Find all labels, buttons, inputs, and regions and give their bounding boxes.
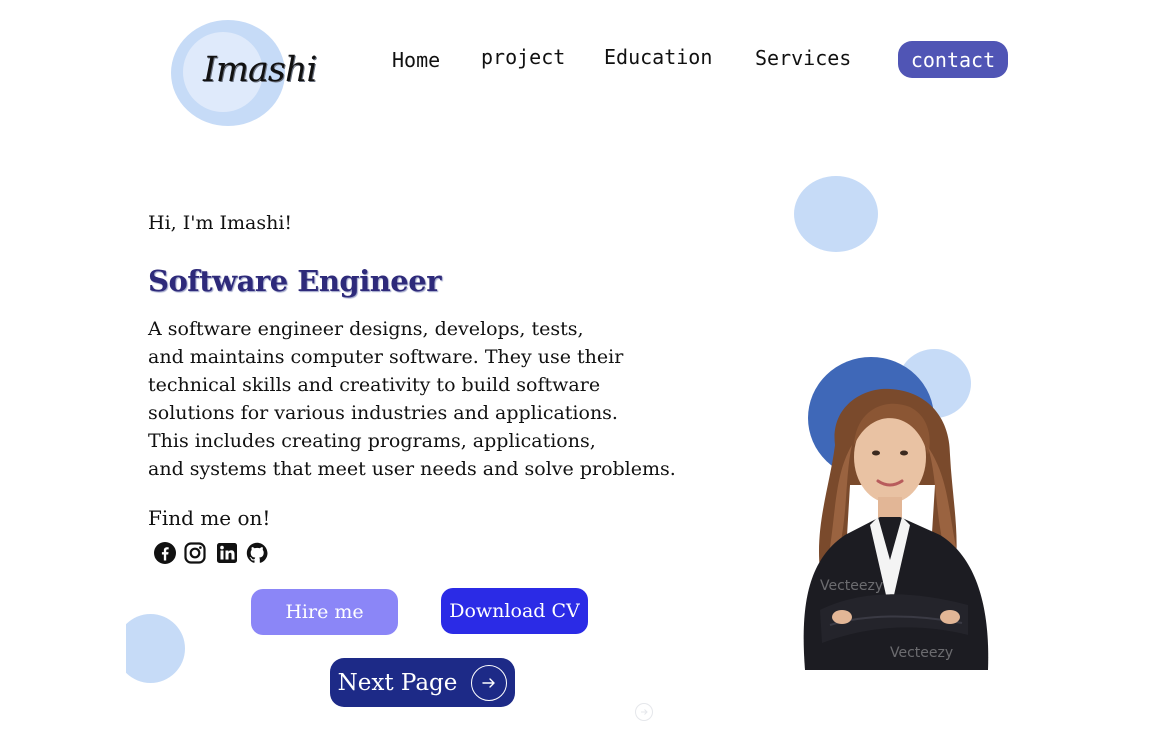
hire-me-button[interactable]: Hire me	[251, 589, 398, 635]
instagram-icon[interactable]	[182, 540, 208, 566]
watermark-text: Vecteezy	[890, 645, 953, 661]
decor-circle	[126, 614, 185, 683]
nav-home[interactable]: Home	[392, 48, 440, 72]
github-icon[interactable]	[244, 540, 270, 566]
facebook-icon[interactable]	[152, 540, 178, 566]
download-cv-button[interactable]: Download CV	[441, 588, 588, 634]
nav-services[interactable]: Services	[755, 46, 851, 70]
find-me-label: Find me on!	[148, 506, 271, 530]
description-line: technical skills and creativity to build…	[148, 374, 601, 396]
description-line: and maintains computer software. They us…	[148, 346, 624, 368]
faint-arrow-icon	[635, 703, 653, 721]
linkedin-icon[interactable]	[214, 540, 240, 566]
next-page-label: Next Page	[337, 669, 458, 696]
role-title: Software Engineer	[148, 264, 441, 298]
description-line: A software engineer designs, develops, t…	[148, 318, 584, 340]
arrow-right-icon	[471, 664, 508, 701]
description-line: solutions for various industries and app…	[148, 402, 618, 424]
watermark-text: Vecteezy	[820, 578, 883, 594]
description: A software engineer designs, develops, t…	[148, 315, 676, 483]
nav-project[interactable]: project	[481, 45, 565, 69]
next-page-button[interactable]: Next Page	[330, 658, 515, 707]
description-line: This includes creating programs, applica…	[148, 430, 596, 452]
greeting: Hi, I'm Imashi!	[148, 212, 293, 234]
decor-circle	[794, 176, 878, 252]
portrait-image: Vecteezy Vecteezy	[803, 388, 989, 670]
description-line: and systems that meet user needs and sol…	[148, 458, 676, 480]
contact-button[interactable]: contact	[898, 41, 1008, 78]
logo[interactable]: Imashi	[203, 50, 318, 90]
nav-education[interactable]: Education	[604, 45, 712, 69]
